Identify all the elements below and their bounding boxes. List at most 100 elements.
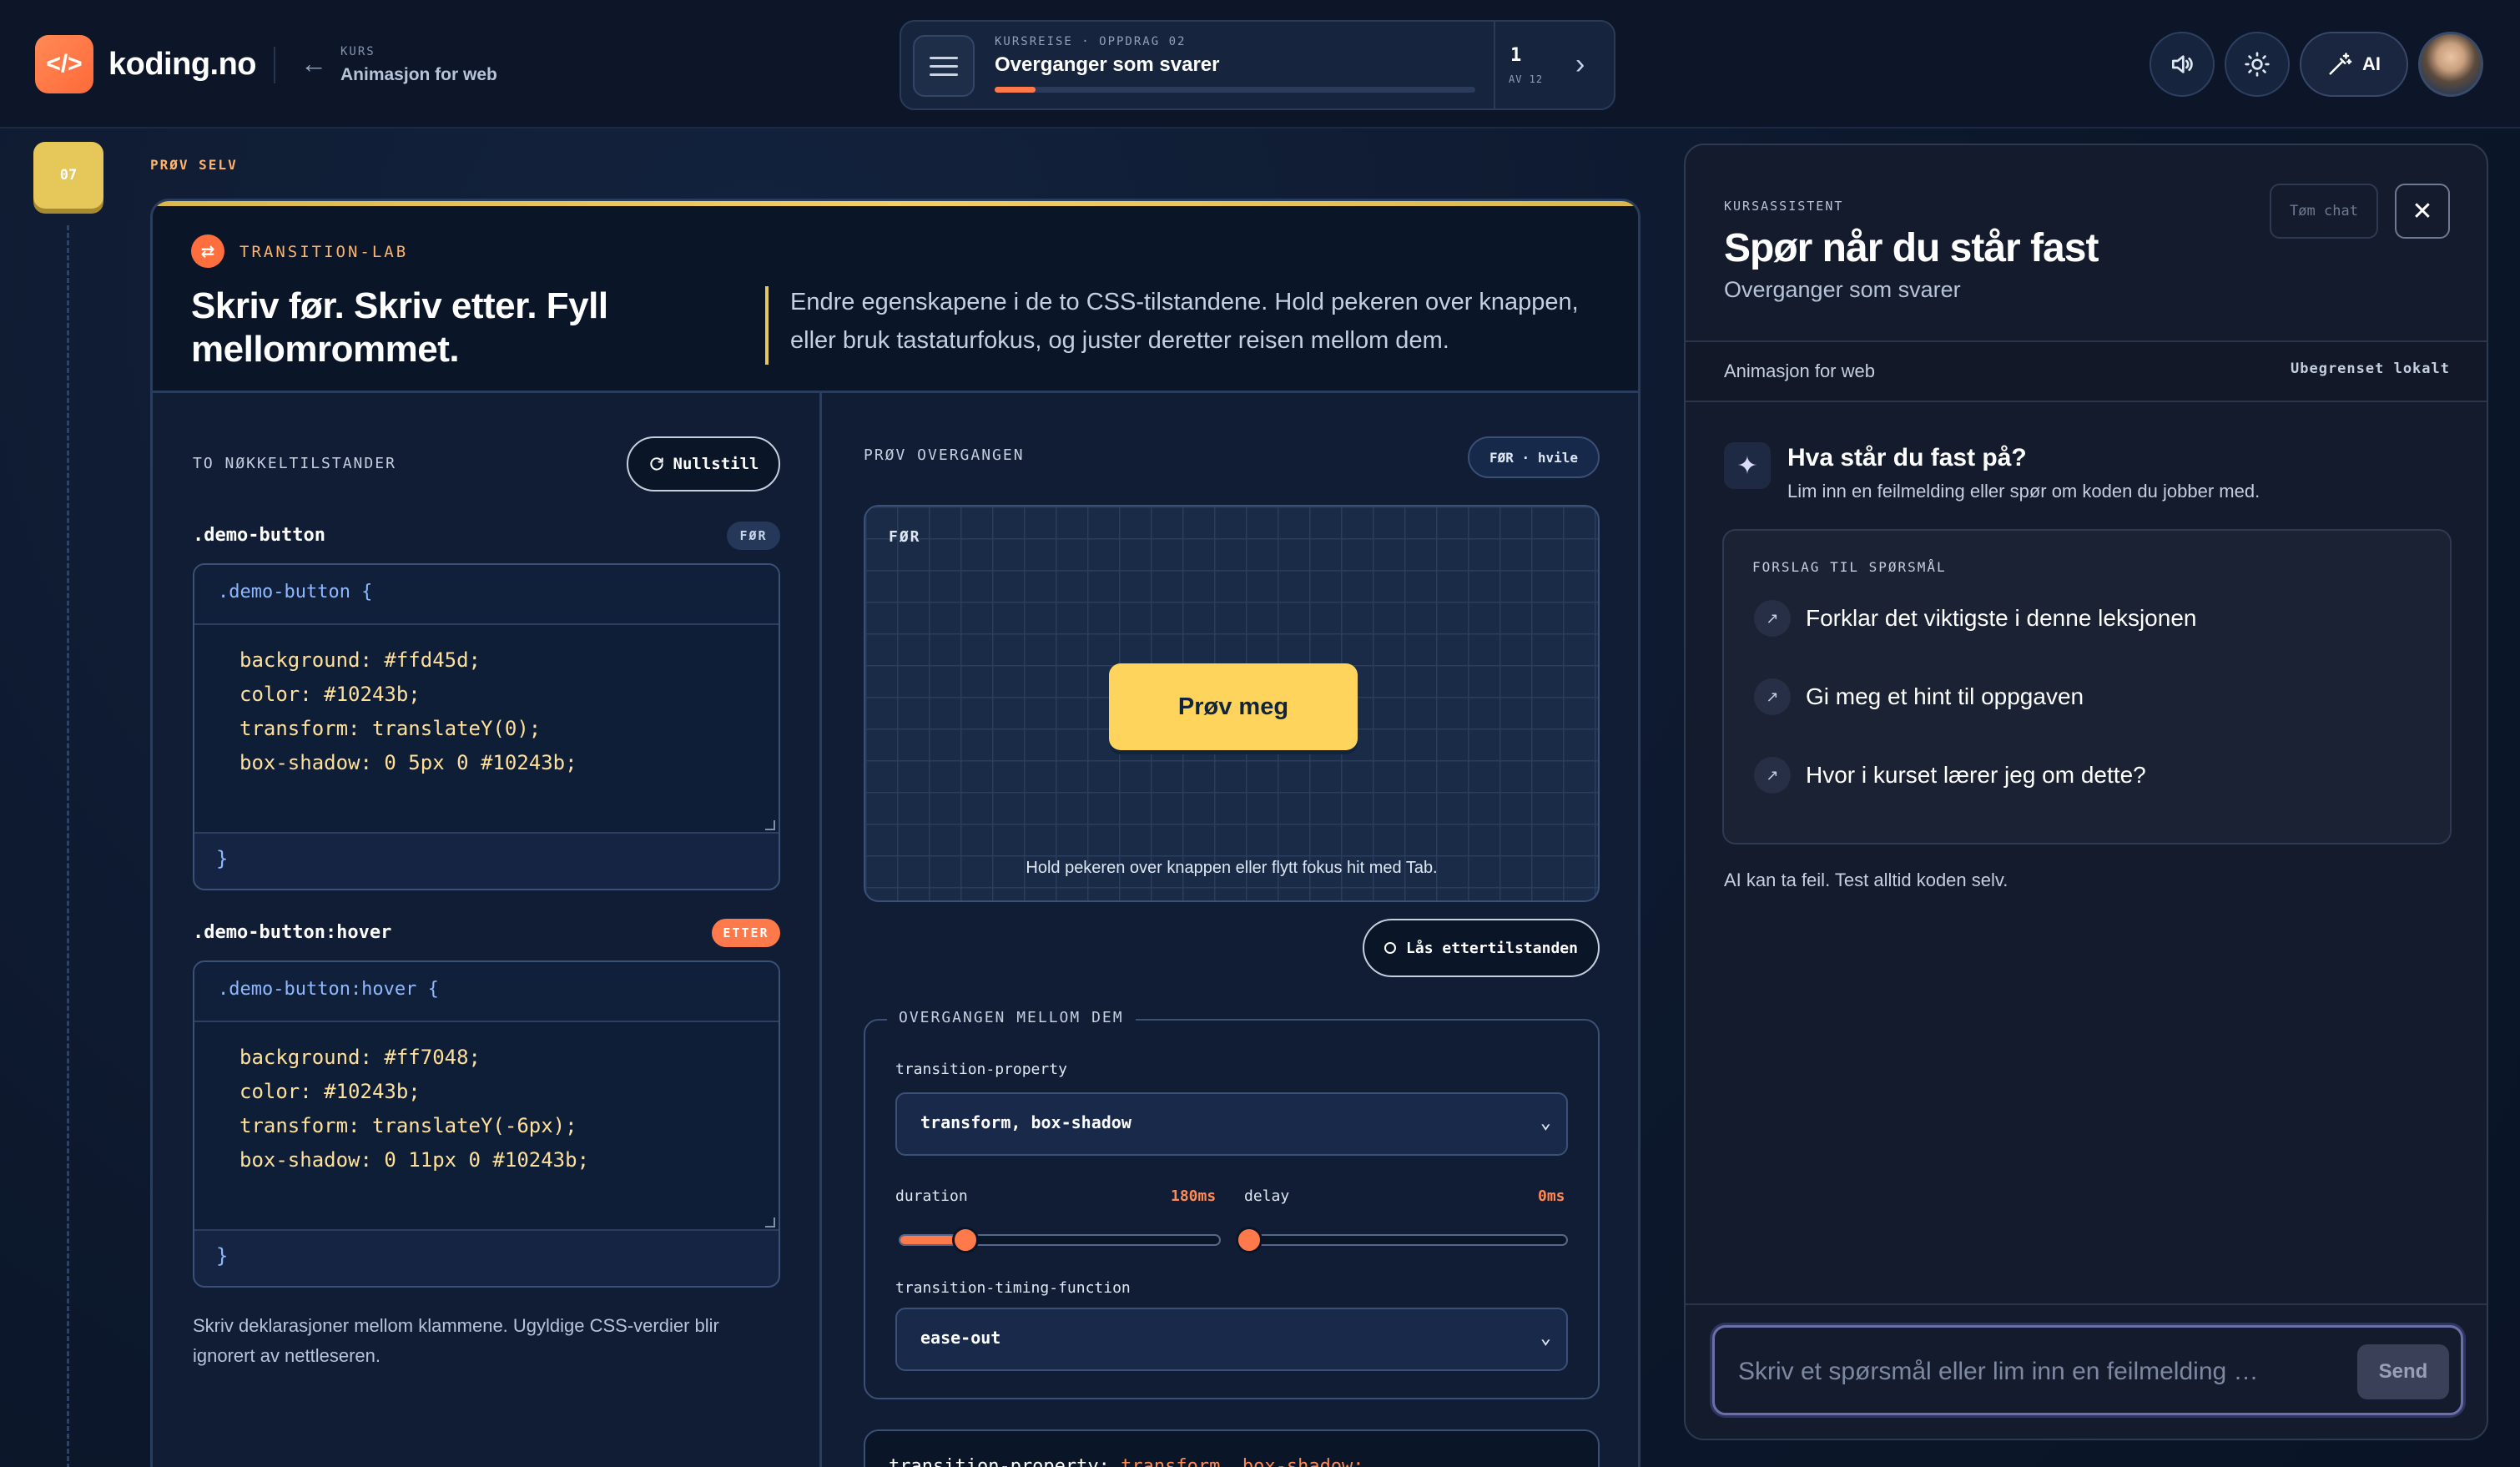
lab-kicker: TRANSITION-LAB xyxy=(239,243,409,261)
send-button[interactable]: Send xyxy=(2357,1344,2449,1399)
rail-line xyxy=(67,225,69,1467)
code-line: background: #ffd45d; xyxy=(239,648,481,672)
progress-bar xyxy=(995,87,1475,93)
transition-legend: OVERGANGEN MELLOM DEM xyxy=(887,1009,1136,1026)
delay-slider[interactable] xyxy=(1236,1227,1568,1253)
timing-label: transition-timing-function xyxy=(895,1279,1131,1297)
top-bar: </> koding.no ← KURS Animasjon for web K… xyxy=(0,0,2520,129)
code-line: box-shadow: 0 5px 0 #10243b; xyxy=(239,751,577,774)
sound-button[interactable] xyxy=(2150,32,2215,97)
quote-bar xyxy=(765,286,769,365)
chat-input[interactable]: Skriv et spørsmål eller lim inn en feilm… xyxy=(1712,1325,2463,1415)
property-label: transition-property xyxy=(895,1061,1067,1078)
lab-title: Skriv før. Skriv etter. Fyll mellomromme… xyxy=(191,285,608,370)
progress-kicker: KURSREISE · OPPDRAG 02 xyxy=(995,35,1187,48)
code-textarea[interactable]: background: #ff7048; color: #10243b; tra… xyxy=(194,1022,779,1231)
logo-icon[interactable]: </> xyxy=(35,35,93,93)
slider-thumb[interactable] xyxy=(1236,1227,1263,1253)
suggestion-item[interactable]: ↗ Forklar det viktigste i denne leksjone… xyxy=(1754,597,2196,639)
divider xyxy=(1494,22,1495,108)
reset-button[interactable]: Nullstill xyxy=(627,436,780,492)
course-assistant-panel: KURSASSISTENT Spør når du står fast Over… xyxy=(1684,144,2488,1440)
sparkle-icon: ✦ xyxy=(1724,442,1771,489)
output-property: transition-property: xyxy=(889,1456,1110,1467)
menu-icon[interactable] xyxy=(913,35,975,97)
magic-wand-icon xyxy=(2329,53,2352,75)
transition-property-select[interactable]: transform, box-shadow ⌄ xyxy=(895,1092,1568,1156)
brand-name[interactable]: koding.no xyxy=(108,47,257,83)
code-line: background: #ff7048; xyxy=(239,1046,481,1069)
resize-handle[interactable] xyxy=(765,1217,775,1228)
delay-value: 0ms xyxy=(1538,1187,1565,1205)
code-line: transform: translateY(0); xyxy=(239,717,542,740)
lab-description: Endre egenskapene i de to CSS-tilstanden… xyxy=(790,289,1579,354)
code-close: } xyxy=(216,847,229,870)
suggestion-text: Forklar det viktigste i denne leksjonen xyxy=(1806,605,2197,631)
resize-handle[interactable] xyxy=(765,820,775,830)
duration-label: duration xyxy=(895,1187,968,1205)
assistant-course: Animasjon for web xyxy=(1724,360,1875,381)
arrow-up-right-icon: ↗ xyxy=(1754,757,1791,794)
code-close: } xyxy=(216,1244,229,1268)
page: </> koding.no ← KURS Animasjon for web K… xyxy=(0,0,2520,1467)
try-transition-label: PRØV OVERGANGEN xyxy=(864,446,1025,464)
question-subtitle: Lim inn en feilmelding eller spør om kod… xyxy=(1787,481,2260,502)
suggestion-item[interactable]: ↗ Gi meg et hint til oppgaven xyxy=(1754,676,2084,718)
slider-thumb[interactable] xyxy=(952,1227,980,1253)
code-textarea[interactable]: background: #ffd45d; color: #10243b; tra… xyxy=(194,625,779,834)
arrow-left-icon[interactable]: ← xyxy=(300,48,327,79)
assistant-title: Spør når du står fast xyxy=(1724,226,2099,270)
progress-bar-fill xyxy=(995,87,1036,93)
state-indicator: FØR · hvile xyxy=(1468,436,1600,478)
transition-lab-card: ⇄ TRANSITION-LAB Skriv før. Skriv etter.… xyxy=(150,199,1641,1467)
close-icon[interactable]: ✕ xyxy=(2395,184,2450,239)
timing-function-select[interactable]: ease-out ⌄ xyxy=(895,1308,1568,1371)
ai-button[interactable]: AI xyxy=(2300,32,2408,97)
preview-stage: FØR Prøv meg Hold pekeren over knappen e… xyxy=(864,505,1600,902)
before-tag: FØR xyxy=(727,522,780,550)
divider xyxy=(274,47,275,83)
demo-button[interactable]: Prøv meg xyxy=(1109,663,1358,750)
progress-title: Overganger som svarer xyxy=(995,53,1220,76)
breadcrumb-course[interactable]: Animasjon for web xyxy=(340,65,497,85)
swap-icon: ⇄ xyxy=(191,234,224,268)
theme-button[interactable] xyxy=(2225,32,2290,97)
assistant-subtitle: Overganger som svarer xyxy=(1724,277,1961,302)
lab-header: ⇄ TRANSITION-LAB Skriv før. Skriv etter.… xyxy=(153,206,1638,393)
sun-icon xyxy=(2245,52,2270,77)
assistant-context-bar: Animasjon for web Ubegrenset lokalt xyxy=(1686,340,2487,402)
chevron-down-icon: ⌄ xyxy=(1540,1112,1551,1133)
clear-chat-button[interactable]: Tøm chat xyxy=(2270,184,2378,239)
arrow-up-right-icon: ↗ xyxy=(1754,678,1791,715)
code-line: transform: translateY(-6px); xyxy=(239,1114,577,1137)
chat-placeholder: Skriv et spørsmål eller lim inn en feilm… xyxy=(1738,1358,2259,1385)
chevron-down-icon: ⌄ xyxy=(1540,1328,1551,1349)
ai-disclaimer: AI kan ta feil. Test alltid koden selv. xyxy=(1724,870,2008,890)
help-text: Skriv deklarasjoner mellom klammene. Ugy… xyxy=(193,1315,719,1366)
code-open: .demo-button { xyxy=(194,565,779,625)
select-value: ease-out xyxy=(920,1328,1001,1348)
transition-settings: OVERGANGEN MELLOM DEM transition-propert… xyxy=(864,1009,1600,1399)
refresh-icon xyxy=(649,457,663,471)
output-value: transform, box-shadow; xyxy=(1121,1456,1364,1467)
stage-hint: Hold pekeren over knappen eller flytt fo… xyxy=(1026,859,1438,877)
chevron-right-icon[interactable]: › xyxy=(1575,48,1585,81)
step-badge[interactable]: 07 xyxy=(33,142,103,209)
usage-limit: Ubegrenset lokalt xyxy=(2291,360,2450,377)
code-open: .demo-button:hover { xyxy=(194,962,779,1022)
suggestion-item[interactable]: ↗ Hvor i kurset lærer jeg om dette? xyxy=(1754,754,2146,796)
states-label: TO NØKKELTILSTANDER xyxy=(193,455,396,472)
progress-total: AV 12 xyxy=(1509,73,1544,85)
avatar[interactable] xyxy=(2418,32,2483,97)
logo-glyph: </> xyxy=(46,50,83,78)
delay-label: delay xyxy=(1244,1187,1290,1205)
css-output: transition-property: transform, box-shad… xyxy=(864,1429,1600,1467)
question-title: Hva står du fast på? xyxy=(1787,444,2027,471)
code-line: color: #10243b; xyxy=(239,683,421,706)
progress-current: 1 xyxy=(1510,45,1522,66)
after-code-editor[interactable]: .demo-button:hover { background: #ff7048… xyxy=(193,960,780,1288)
duration-slider[interactable] xyxy=(899,1227,1221,1253)
before-code-editor[interactable]: .demo-button { background: #ffd45d; colo… xyxy=(193,563,780,890)
lock-label: Lås ettertilstanden xyxy=(1406,939,1578,957)
lock-after-state-button[interactable]: Lås ettertilstanden xyxy=(1363,919,1600,977)
